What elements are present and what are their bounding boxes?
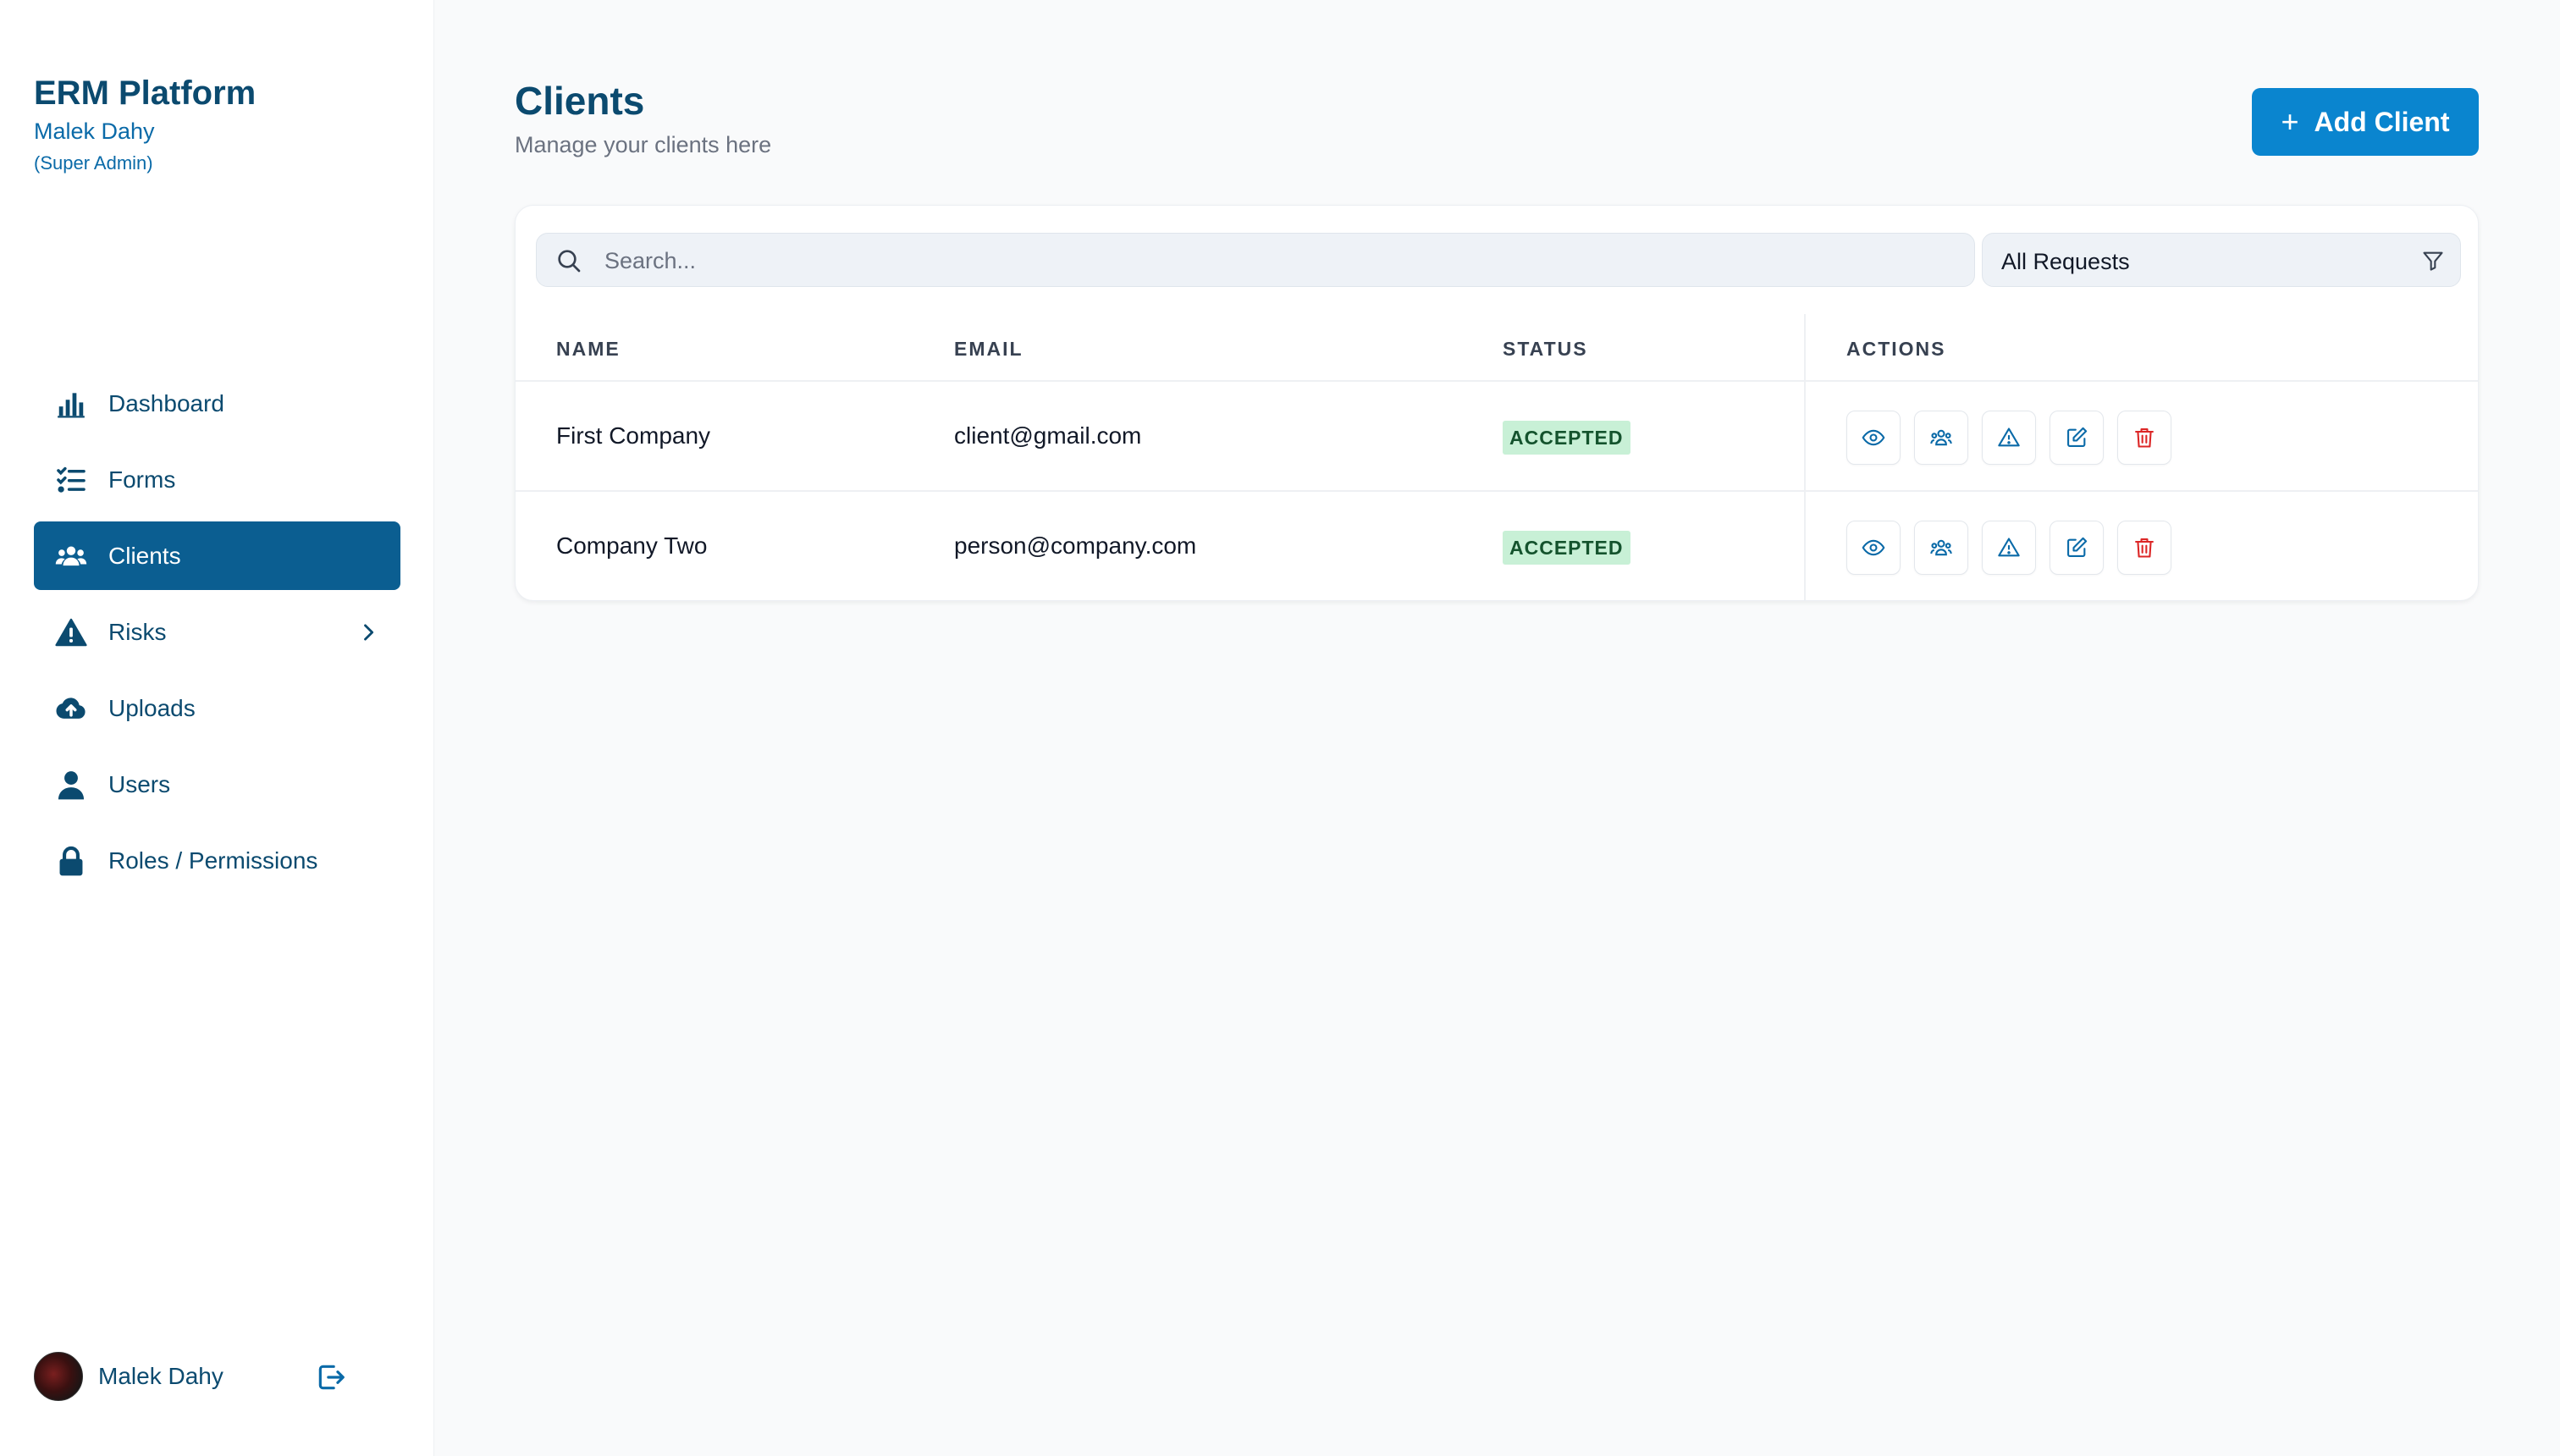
sidebar-item-label: Users [108,770,171,797]
warning-icon [1998,427,2020,447]
lock-icon [54,844,88,878]
view-button[interactable] [1846,411,1901,465]
sidebar-item-label: Roles / Permissions [108,847,318,874]
sidebar-item-label: Risks [108,618,167,645]
warning-icon [54,615,88,649]
avatar[interactable] [34,1352,83,1401]
users-icon [1930,429,1952,446]
table-header: NAME EMAIL STATUS ACTIONS [516,314,2478,382]
table-row: First Company client@gmail.com ACCEPTED [516,382,2478,492]
edit-button[interactable] [2050,411,2104,465]
row-actions [1846,521,2185,575]
search-icon [558,250,581,273]
sidebar-item-uploads[interactable]: Uploads [34,674,400,742]
sidebar-nav: Dashboard Forms Clients Risks Uploads Us… [34,369,400,902]
bar-chart-icon [54,387,88,421]
row-actions [1846,411,2185,465]
users-icon [1930,539,1952,556]
status-filter-value: All Requests [2001,249,2130,274]
contacts-button[interactable] [1914,411,1968,465]
column-header-actions: ACTIONS [1846,338,1946,360]
sidebar-item-label: Clients [108,542,181,569]
eye-icon [1862,429,1885,446]
app-title: ERM Platform [34,74,257,112]
edit-button[interactable] [2050,521,2104,575]
sidebar-item-label: Forms [108,466,176,493]
users-icon [54,539,88,573]
trash-icon [2135,428,2154,448]
sidebar-item-users[interactable]: Users [34,750,400,819]
sidebar-item-label: Uploads [108,694,196,721]
sidebar-footer: Malek Dahy [34,1351,372,1402]
search-input[interactable] [603,242,1957,279]
column-header-status[interactable]: STATUS [1503,338,1588,361]
sidebar-item-forms[interactable]: Forms [34,445,400,514]
search-box [536,233,1975,287]
logout-icon[interactable] [315,1361,347,1393]
warning-icon [1998,538,2020,557]
client-email: person@company.com [954,532,1197,559]
status-filter-select[interactable]: All Requests [1982,233,2461,287]
page-subtitle: Manage your clients here [515,132,772,157]
delete-button[interactable] [2117,411,2171,465]
sidebar-item-dashboard[interactable]: Dashboard [34,369,400,438]
view-button[interactable] [1846,521,1901,575]
page-title: Clients [515,79,645,123]
status-badge: ACCEPTED [1503,531,1630,565]
delete-button[interactable] [2117,521,2171,575]
client-email: client@gmail.com [954,422,1142,449]
current-user-role: (Super Admin) [34,152,153,174]
user-icon [54,768,88,802]
sidebar-item-clients[interactable]: Clients [34,521,400,590]
clients-card: All Requests NAME EMAIL STATUS ACTIONS F… [515,205,2479,601]
trash-icon [2135,538,2154,558]
contacts-button[interactable] [1914,521,1968,575]
add-client-button[interactable]: + Add Client [2252,88,2479,156]
edit-icon [2067,427,2088,447]
sidebar-item-label: Dashboard [108,389,224,416]
client-name: Company Two [556,532,708,559]
sidebar-item-risks[interactable]: Risks [34,598,400,666]
risks-button[interactable] [1982,521,2036,575]
sidebar-item-roles-permissions[interactable]: Roles / Permissions [34,826,400,895]
eye-icon [1862,539,1885,556]
chevron-right-icon[interactable] [356,620,380,644]
risks-button[interactable] [1982,411,2036,465]
add-client-label: Add Client [2314,106,2450,137]
current-user-name: Malek Dahy [34,119,155,144]
cloud-upload-icon [54,692,88,725]
filter-icon [2423,251,2443,271]
column-header-name[interactable]: NAME [556,338,621,361]
column-header-email[interactable]: EMAIL [954,338,1023,361]
plus-icon: + [2281,104,2299,139]
client-name: First Company [556,422,711,449]
footer-user-name: Malek Dahy [98,1363,223,1389]
sidebar: ERM Platform Malek Dahy (Super Admin) Da… [0,0,434,1456]
checklist-icon [54,463,88,497]
edit-icon [2067,537,2088,557]
table-row: Company Two person@company.com ACCEPTED [516,492,2478,600]
status-badge: ACCEPTED [1503,421,1630,455]
